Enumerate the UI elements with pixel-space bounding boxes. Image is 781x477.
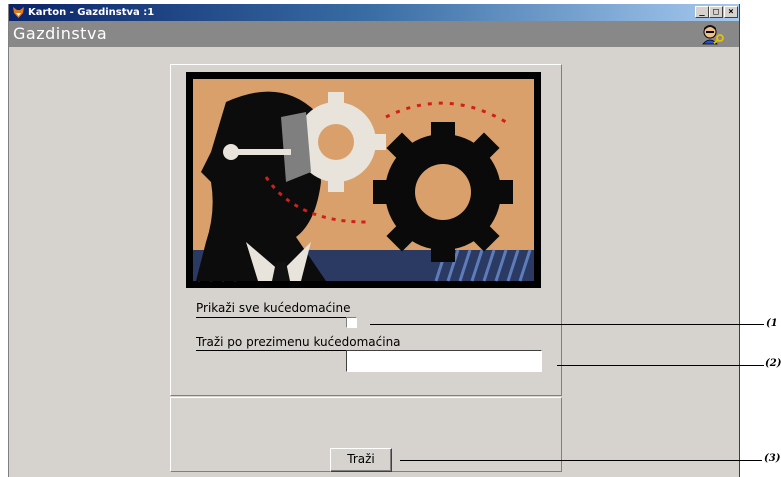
- show-all-underline: [196, 317, 352, 318]
- callout-2: (2): [765, 358, 781, 369]
- settings-illustration: [186, 72, 541, 288]
- page-title: Gazdinstva: [13, 24, 108, 43]
- page-header: Gazdinstva: [9, 21, 739, 47]
- surname-search-input[interactable]: [346, 350, 542, 372]
- close-button[interactable]: ×: [724, 6, 738, 18]
- maximize-icon: □: [713, 7, 719, 17]
- callout-line-3: [400, 460, 762, 461]
- minimize-icon: _: [699, 7, 705, 17]
- show-all-checkbox[interactable]: [346, 317, 357, 328]
- close-icon: ×: [728, 7, 734, 17]
- search-button[interactable]: Traži: [330, 448, 392, 472]
- title-bar[interactable]: Karton - Gazdinstva :1 _ □ ×: [9, 4, 739, 21]
- callout-line-2: [557, 365, 764, 366]
- fox-app-icon: [13, 7, 24, 18]
- user-key-icon[interactable]: [701, 23, 725, 45]
- search-underline: [196, 350, 346, 351]
- minimize-button[interactable]: _: [695, 6, 709, 18]
- callout-line-1: [370, 324, 764, 325]
- maximize-button[interactable]: □: [709, 6, 723, 18]
- window-title: Karton - Gazdinstva :1: [28, 7, 155, 18]
- search-label: Traži po prezimenu kućedomaćina: [196, 335, 401, 349]
- callout-1: (1: [766, 318, 778, 329]
- show-all-label: Prikaži sve kućedomaćine: [196, 301, 351, 315]
- callout-3: (3): [764, 453, 781, 464]
